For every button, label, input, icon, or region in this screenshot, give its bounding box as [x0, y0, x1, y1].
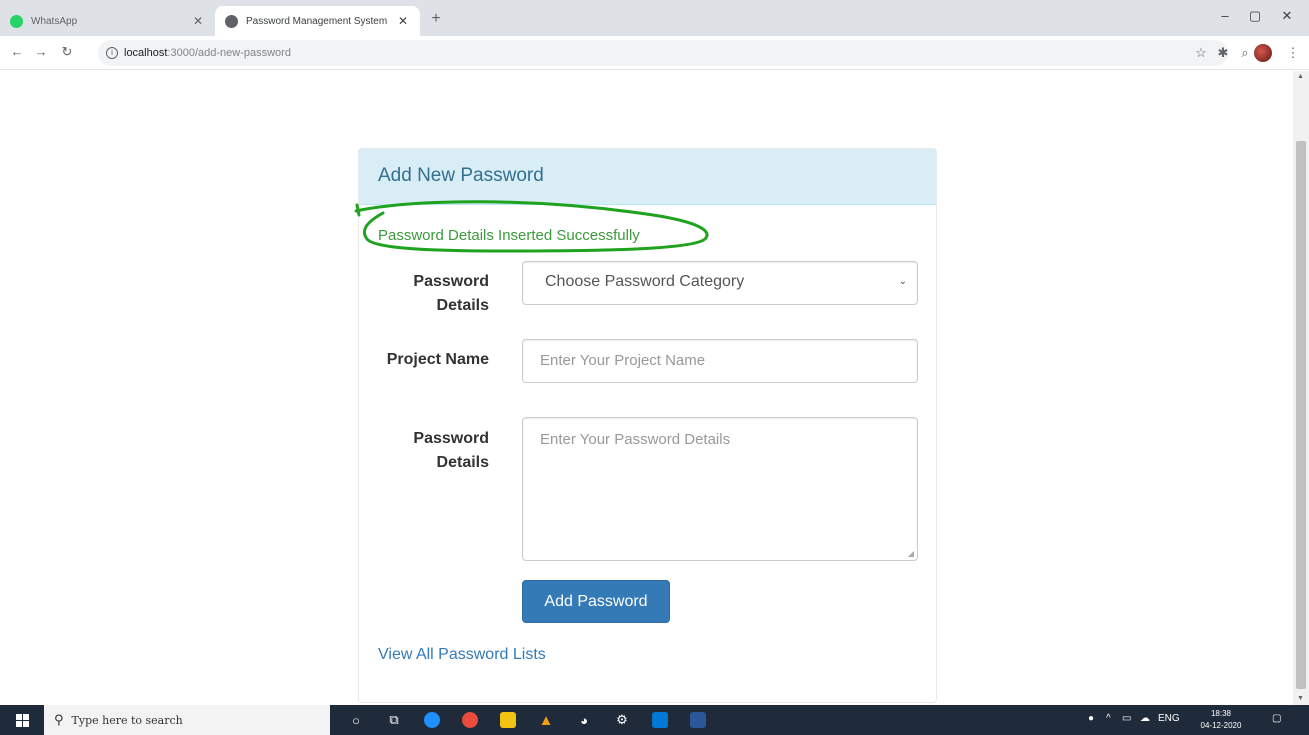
- profile-avatar[interactable]: [1254, 44, 1272, 62]
- settings-gear-icon[interactable]: ⚙: [612, 710, 632, 730]
- project-label-text: Project Name: [386, 351, 489, 368]
- password-details-textarea[interactable]: Enter Your Password Details ◢: [522, 417, 918, 561]
- category-label-text: Password Details: [413, 273, 489, 314]
- browser-tab-strip: WhatsApp ✕ Password Management System ✕ …: [0, 0, 1309, 36]
- taskbar-search-box[interactable]: ⚲ Type here to search: [44, 705, 330, 735]
- project-placeholder: Enter Your Project Name: [540, 352, 706, 369]
- extensions-puzzle-icon[interactable]: ✱: [1214, 45, 1232, 61]
- forward-arrow-icon[interactable]: →: [32, 44, 50, 59]
- new-tab-button[interactable]: +: [426, 10, 446, 28]
- chrome-icon[interactable]: [460, 710, 480, 730]
- address-bar[interactable]: i localhost:3000/add-new-password: [98, 40, 1228, 66]
- vlc-icon[interactable]: ▲: [536, 710, 556, 730]
- globe-icon: [225, 14, 238, 28]
- clock-date: 04-12-2020: [1200, 721, 1242, 730]
- page-viewport: Add New Password Password Details Insert…: [0, 71, 1309, 705]
- back-arrow-icon[interactable]: ←: [8, 44, 26, 59]
- reload-icon[interactable]: ↻: [58, 44, 76, 60]
- resize-grip-icon[interactable]: ◢: [908, 549, 914, 558]
- minimize-icon[interactable]: –: [1210, 8, 1240, 23]
- notifications-icon[interactable]: ▢: [1272, 713, 1281, 724]
- chevron-down-icon: ⌄: [898, 276, 907, 287]
- view-all-passwords-link[interactable]: View All Password Lists: [378, 646, 546, 664]
- close-tab-icon[interactable]: ✕: [191, 14, 205, 28]
- details-placeholder: Enter Your Password Details: [540, 431, 731, 448]
- zoom-icon[interactable]: ⌕: [1236, 45, 1254, 61]
- word-icon[interactable]: [688, 710, 708, 730]
- tab-title: WhatsApp: [31, 15, 78, 27]
- file-explorer-icon[interactable]: [498, 710, 518, 730]
- scroll-up-icon[interactable]: ▲: [1297, 73, 1304, 80]
- menu-kebab-icon[interactable]: ⋮: [1284, 45, 1302, 61]
- details-label-text: Password Details: [413, 430, 489, 471]
- vscode-icon[interactable]: [650, 710, 670, 730]
- windows-start-button[interactable]: [0, 705, 44, 735]
- tab-password-management[interactable]: Password Management System ✕: [215, 6, 420, 36]
- page-scrollbar[interactable]: ▲ ▼: [1293, 71, 1309, 705]
- close-window-icon[interactable]: ✕: [1272, 8, 1302, 24]
- scroll-down-icon[interactable]: ▼: [1297, 695, 1304, 702]
- add-password-button[interactable]: Add Password: [522, 580, 670, 623]
- star-bookmark-icon[interactable]: ☆: [1192, 45, 1210, 61]
- password-details-label: Password Details: [359, 427, 489, 475]
- maximize-icon[interactable]: ▢: [1240, 8, 1270, 24]
- tab-whatsapp[interactable]: WhatsApp ✕: [0, 6, 215, 36]
- success-message: Password Details Inserted Successfully: [378, 227, 640, 244]
- add-password-panel: Add New Password Password Details Insert…: [354, 148, 937, 703]
- close-tab-icon[interactable]: ✕: [396, 14, 410, 28]
- password-category-select[interactable]: Choose Password Category ⌄: [522, 261, 918, 305]
- task-view-icon[interactable]: ⧉: [384, 710, 404, 730]
- cloud-icon[interactable]: ☁: [1140, 713, 1150, 724]
- battery-icon[interactable]: ▭: [1122, 713, 1131, 724]
- select-value: Choose Password Category: [545, 273, 745, 290]
- clock-time: 18:38: [1210, 709, 1232, 718]
- chevron-up-icon[interactable]: ^: [1106, 713, 1111, 724]
- info-icon[interactable]: i: [106, 47, 118, 59]
- url-host: localhost: [124, 47, 168, 59]
- whatsapp-icon: [10, 14, 23, 28]
- windows-taskbar: ⚲ Type here to search ○ ⧉ ▲ ◕ ⚙ ● ^ ▭ ☁ …: [0, 705, 1309, 735]
- language-indicator[interactable]: ENG: [1158, 713, 1180, 724]
- edge-icon[interactable]: [422, 710, 442, 730]
- category-label: Password Details: [359, 270, 489, 318]
- tab-title: Password Management System: [246, 15, 388, 27]
- success-annotation: Password Details Inserted Successfully: [353, 191, 713, 253]
- search-icon: ⚲: [54, 712, 64, 728]
- url-path: :3000/add-new-password: [167, 47, 291, 59]
- paint-icon[interactable]: ◕: [574, 710, 594, 730]
- taskbar-clock[interactable]: 18:38 04-12-2020: [1196, 708, 1246, 732]
- cortana-icon[interactable]: ○: [346, 710, 366, 730]
- project-name-input[interactable]: Enter Your Project Name: [522, 339, 918, 383]
- browser-toolbar: ← → ↻ i localhost:3000/add-new-password …: [0, 36, 1309, 70]
- scrollbar-thumb[interactable]: [1296, 141, 1306, 689]
- onedrive-icon[interactable]: ●: [1088, 713, 1094, 724]
- search-placeholder: Type here to search: [71, 713, 183, 727]
- project-name-label: Project Name: [359, 348, 489, 372]
- windows-logo-icon: [15, 713, 29, 727]
